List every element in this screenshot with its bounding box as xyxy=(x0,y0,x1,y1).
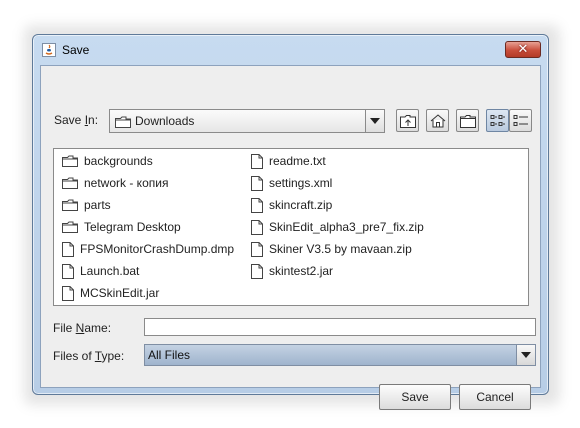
file-icon xyxy=(251,263,263,279)
file-type-combo[interactable]: All Files xyxy=(144,344,536,366)
file-item[interactable]: readme.txt xyxy=(251,152,326,170)
details-view-icon xyxy=(513,114,528,126)
save-in-dropdown-arrow[interactable] xyxy=(365,110,384,132)
file-name-label: File Name: xyxy=(53,321,112,335)
list-view-icon xyxy=(490,114,505,126)
file-icon xyxy=(62,285,74,301)
file-item-label: skintest2.jar xyxy=(269,264,334,278)
folder-item[interactable]: backgrounds xyxy=(62,152,153,170)
save-in-value: Downloads xyxy=(135,114,195,128)
file-item[interactable]: FPSMonitorCrashDump.dmp xyxy=(62,240,234,258)
file-item[interactable]: settings.xml xyxy=(251,174,332,192)
file-icon xyxy=(251,197,263,213)
home-button[interactable] xyxy=(426,109,449,132)
file-item-label: network - копия xyxy=(84,176,169,190)
file-type-label: Files of Type: xyxy=(53,349,125,363)
file-item-label: Launch.bat xyxy=(80,264,140,278)
file-item[interactable]: Launch.bat xyxy=(62,262,139,280)
folder-icon xyxy=(115,116,131,128)
new-folder-button[interactable] xyxy=(456,109,479,132)
file-type-dropdown-arrow[interactable] xyxy=(516,345,535,365)
file-item[interactable]: skintest2.jar xyxy=(251,262,333,280)
file-item-label: Skiner V3.5 by mavaan.zip xyxy=(269,242,412,256)
file-item-label: SkinEdit_alpha3_pre7_fix.zip xyxy=(269,220,424,234)
save-dialog: Save ✕ Save In: Downloads backgrounds ne… xyxy=(32,34,549,410)
window-title: Save xyxy=(62,43,90,57)
file-item-label: skincraft.zip xyxy=(269,198,333,212)
file-item[interactable]: Skiner V3.5 by mavaan.zip xyxy=(251,240,412,258)
file-type-value: All Files xyxy=(148,348,191,362)
folder-item[interactable]: network - копия xyxy=(62,174,168,192)
folder-icon xyxy=(62,177,78,189)
save-in-label: Save In: xyxy=(54,113,99,127)
java-app-icon xyxy=(42,43,56,57)
file-icon xyxy=(62,263,74,279)
home-icon xyxy=(430,113,445,127)
up-one-level-button[interactable] xyxy=(396,109,419,132)
file-icon xyxy=(251,241,263,257)
file-item-label: MCSkinEdit.jar xyxy=(80,286,160,300)
file-item-label: backgrounds xyxy=(84,154,153,168)
folder-item[interactable]: Telegram Desktop xyxy=(62,218,181,236)
save-in-combo[interactable]: Downloads xyxy=(109,109,385,133)
file-list[interactable]: backgrounds network - копия parts Telegram … xyxy=(53,148,529,306)
file-item[interactable]: SkinEdit_alpha3_pre7_fix.zip xyxy=(251,218,424,236)
file-item-label: parts xyxy=(84,198,111,212)
file-name-input[interactable] xyxy=(144,318,536,336)
up-one-level-icon xyxy=(399,114,416,128)
folder-icon xyxy=(62,155,78,167)
folder-icon xyxy=(62,199,78,211)
file-item[interactable]: skincraft.zip xyxy=(251,196,332,214)
folder-icon xyxy=(62,221,78,233)
list-view-button[interactable] xyxy=(486,109,509,132)
close-button[interactable]: ✕ xyxy=(505,41,541,58)
new-folder-icon xyxy=(459,114,476,128)
file-item-label: FPSMonitorCrashDump.dmp xyxy=(80,242,235,256)
file-item-label: settings.xml xyxy=(269,176,333,190)
file-icon xyxy=(251,175,263,191)
folder-item[interactable]: parts xyxy=(62,196,111,214)
chevron-down-icon xyxy=(521,352,531,358)
file-item-label: Telegram Desktop xyxy=(84,220,181,234)
file-item[interactable]: MCSkinEdit.jar xyxy=(62,284,159,302)
save-button[interactable]: Save xyxy=(379,384,451,410)
file-item-label: readme.txt xyxy=(269,154,326,168)
cancel-button[interactable]: Cancel xyxy=(459,384,531,410)
file-icon xyxy=(251,219,263,235)
details-view-button[interactable] xyxy=(509,109,532,132)
file-icon xyxy=(251,153,263,169)
file-icon xyxy=(62,241,74,257)
title-bar[interactable]: Save ✕ xyxy=(33,35,548,65)
chevron-down-icon xyxy=(370,118,380,124)
close-icon: ✕ xyxy=(517,42,529,57)
dialog-content: Save In: Downloads backgrounds network -… xyxy=(40,65,541,410)
